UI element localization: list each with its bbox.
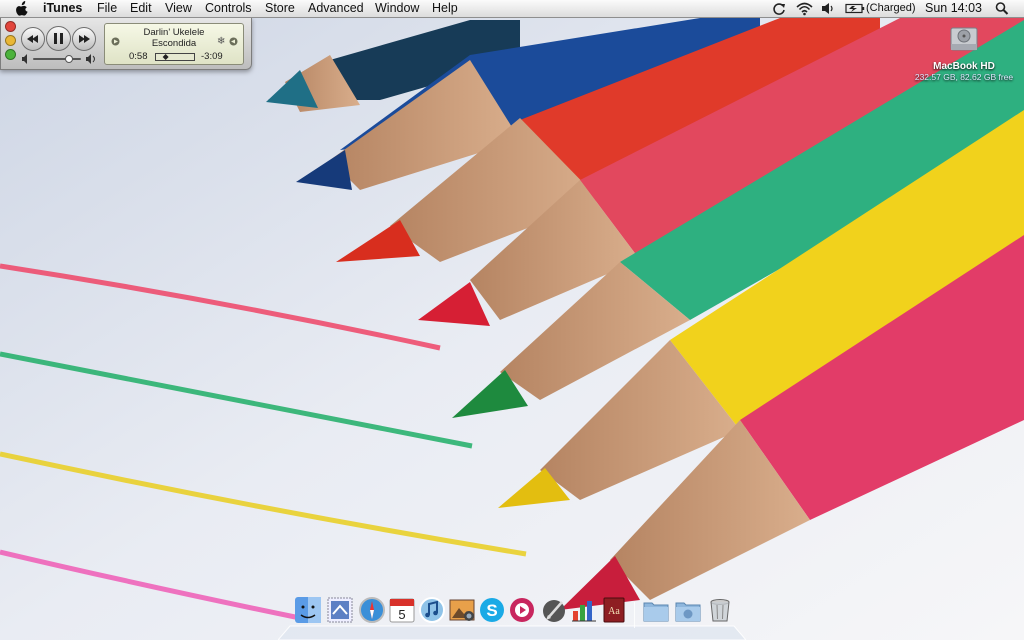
next-track-button[interactable] <box>72 27 96 51</box>
itunes-icon[interactable] <box>418 596 446 624</box>
elapsed-time: 0:58 <box>129 51 148 62</box>
itunes-mini-player[interactable]: Darlin' Ukelele Escondida ❄ 0:58 -3:09 <box>0 17 252 70</box>
iphoto-icon[interactable] <box>448 596 476 624</box>
remaining-time: -3:09 <box>201 51 223 62</box>
disk-name: MacBook HD <box>933 61 995 72</box>
hard-drive-icon <box>950 27 978 51</box>
previous-track-button[interactable] <box>21 27 45 51</box>
menu-bar: iTunes File Edit View Controls Store Adv… <box>0 0 1024 18</box>
play-toggle-icon[interactable] <box>111 37 120 49</box>
svg-text:Aa: Aa <box>608 606 620 617</box>
minimize-button[interactable] <box>5 35 16 46</box>
svg-text:5: 5 <box>398 607 405 622</box>
menu-edit[interactable]: Edit <box>130 1 152 16</box>
time-machine-sync-icon[interactable] <box>772 1 786 16</box>
dock: 5 S Aa <box>278 592 746 640</box>
safari-icon[interactable] <box>358 596 386 624</box>
fast-forward-icon <box>79 35 90 43</box>
dock-separator <box>634 602 635 628</box>
ical-icon[interactable]: 5 <box>388 596 416 624</box>
volume-min-icon <box>22 54 27 64</box>
menu-app-itunes[interactable]: iTunes <box>43 1 82 16</box>
volume-knob <box>65 55 73 63</box>
mail-stamp-icon[interactable] <box>326 596 354 624</box>
finder-icon[interactable] <box>294 596 322 624</box>
music-app-icon[interactable] <box>508 596 536 624</box>
trash-icon[interactable] <box>706 596 734 624</box>
menu-store[interactable]: Store <box>265 1 295 16</box>
snapback-icon[interactable] <box>229 37 238 49</box>
pen-tool-icon[interactable] <box>540 596 568 624</box>
menu-file[interactable]: File <box>97 1 117 16</box>
battery-icon[interactable] <box>845 1 865 16</box>
volume-icon[interactable] <box>821 1 835 16</box>
menu-controls[interactable]: Controls <box>205 1 252 16</box>
apple-logo-icon[interactable] <box>15 1 28 16</box>
skype-icon[interactable]: S <box>478 596 506 624</box>
pause-icon <box>54 33 63 44</box>
svg-text:S: S <box>486 601 497 620</box>
downloads-folder-icon[interactable] <box>674 596 702 624</box>
progress-bar[interactable] <box>155 53 195 61</box>
disk-info: 232.57 GB, 82.62 GB free <box>914 72 1014 82</box>
zoom-button[interactable] <box>5 49 16 60</box>
menu-help[interactable]: Help <box>432 1 458 16</box>
chart-app-icon[interactable] <box>570 596 598 624</box>
macbook-hd-desktop-icon[interactable]: MacBook HD 232.57 GB, 82.62 GB free <box>914 22 1014 82</box>
now-playing-display[interactable]: Darlin' Ukelele Escondida ❄ 0:58 -3:09 <box>104 23 244 65</box>
genius-icon[interactable]: ❄ <box>217 36 225 47</box>
spotlight-search-icon[interactable] <box>995 1 1009 16</box>
volume-slider[interactable] <box>21 53 99 65</box>
wifi-icon[interactable] <box>796 1 813 16</box>
dictionary-icon[interactable]: Aa <box>600 596 628 624</box>
pause-button[interactable] <box>46 26 71 51</box>
desktop-wallpaper <box>0 0 1024 640</box>
menu-view[interactable]: View <box>165 1 192 16</box>
applications-folder-icon[interactable] <box>642 596 670 624</box>
menu-clock[interactable]: Sun 14:03 <box>925 1 982 16</box>
close-button[interactable] <box>5 21 16 32</box>
battery-status: (Charged) <box>866 2 916 14</box>
menu-advanced[interactable]: Advanced <box>308 1 364 16</box>
rewind-icon <box>27 35 38 43</box>
volume-max-icon <box>86 54 91 64</box>
menu-window[interactable]: Window <box>375 1 419 16</box>
